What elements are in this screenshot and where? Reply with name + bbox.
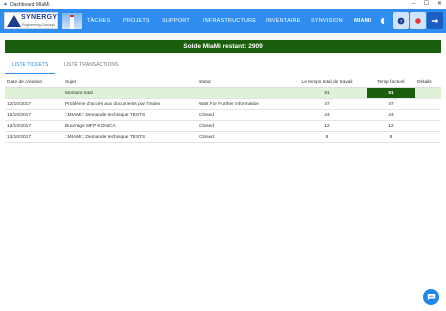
table-row[interactable]: 12/10/2017 Problème d'accès aux document… [5,98,441,110]
help-icon[interactable]: ? [393,12,409,29]
cell-worked: 24 [287,109,367,121]
cell-billed: 8 [367,131,415,143]
nav-item-synvision[interactable]: SYNVISION [311,18,343,24]
nav-item-support[interactable]: SUPPORT [162,18,190,24]
active-tab-indicator [5,73,55,74]
nav-item-inventaire[interactable]: INVENTAIRE [266,18,301,24]
cell-date: 12/10/2017 [5,131,63,143]
record-icon[interactable] [410,12,426,29]
cell-details[interactable] [415,98,441,110]
nav-item-infrastructure[interactable]: INFRASTRUCTURE [203,18,256,24]
cell-subject: Problème d'accès aux documents par l'Ind… [63,98,197,110]
cell-billed: 47 [367,98,415,110]
cell-worked: 47 [287,98,367,110]
table-header-row: Date de création Sujet statut Le temps t… [5,77,441,88]
svg-text:?: ? [400,18,403,24]
balance-banner: Solde MIaMi restant: 2909 [5,40,441,53]
nav-item-projets[interactable]: PROJETS [123,18,150,24]
cell-subject: Bourrage MFP KONICA [63,120,197,132]
total-worked: 91 [287,87,367,99]
top-navbar: SYNERGY Engineering Concept TÂCHES PROJE… [0,9,446,33]
logout-icon[interactable] [427,12,443,29]
col-header-billed[interactable]: Temp facturé [367,77,415,88]
tickets-table: Date de création Sujet statut Le temps t… [5,77,441,143]
col-header-status[interactable]: statut [197,77,287,88]
minimize-button[interactable]: – [407,0,420,9]
table-row[interactable]: 12/10/2017 ::MIAMI:: Demande technique T… [5,131,441,143]
window-title: Dashboard MIaMi [10,1,50,8]
chat-icon[interactable] [423,289,439,305]
tab-liste-tickets[interactable]: LISTE TICKETS [12,62,48,68]
cell-billed: 24 [367,109,415,121]
col-header-worked[interactable]: Le temps total de travail [287,77,367,88]
table-row[interactable]: 12/10/2017 ::MIAMI:: Demande technique T… [5,109,441,121]
nav-item-miami[interactable]: MIAMI [354,18,371,24]
cell-billed: 12 [367,120,415,132]
maximize-button[interactable]: ☐ [420,0,433,9]
col-header-subject[interactable]: Sujet [63,77,197,88]
logo-tagline: Engineering Concept [22,23,55,27]
cell-subject: ::MIAMI:: Demande technique TESTS [63,109,197,121]
nav-item-taches[interactable]: TÂCHES [87,18,111,24]
cell-details[interactable] [415,109,441,121]
synergy-logo[interactable]: SYNERGY Engineering Concept [4,12,58,29]
cell-status: Closed [197,120,287,132]
total-row: Montant total 91 91 [5,87,441,99]
cell-date: 12/10/2017 [5,109,63,121]
logo-brand: SYNERGY [21,14,58,21]
cell-date: 12/10/2017 [5,120,63,132]
lighthouse-logo [62,13,82,29]
cell-date: 12/10/2017 [5,98,63,110]
cell-worked: 12 [287,120,367,132]
app-icon: ▲ [3,1,8,7]
cell-details[interactable] [415,131,441,143]
table-row[interactable]: 12/10/2017 Bourrage MFP KONICA Closed 12… [5,120,441,132]
cell-subject: ::MIAMI:: Demande technique TESTS [63,131,197,143]
cell-status: Closed [197,131,287,143]
col-header-details[interactable]: Détails [415,77,441,88]
total-billed: 91 [367,87,415,99]
cell-status: Closed [197,109,287,121]
cell-details[interactable] [415,120,441,132]
close-button[interactable]: ✕ [433,0,446,9]
cell-status: Wait For Further Information [197,98,287,110]
tab-liste-transactions[interactable]: LISTE TRANSACTIONS [64,62,118,68]
theme-icon[interactable] [376,12,392,29]
cell-worked: 8 [287,131,367,143]
window-titlebar: ▲ Dashboard MIaMi – ☐ ✕ [0,0,446,9]
col-header-date[interactable]: Date de création [5,77,63,88]
total-label: Montant total [63,87,197,99]
